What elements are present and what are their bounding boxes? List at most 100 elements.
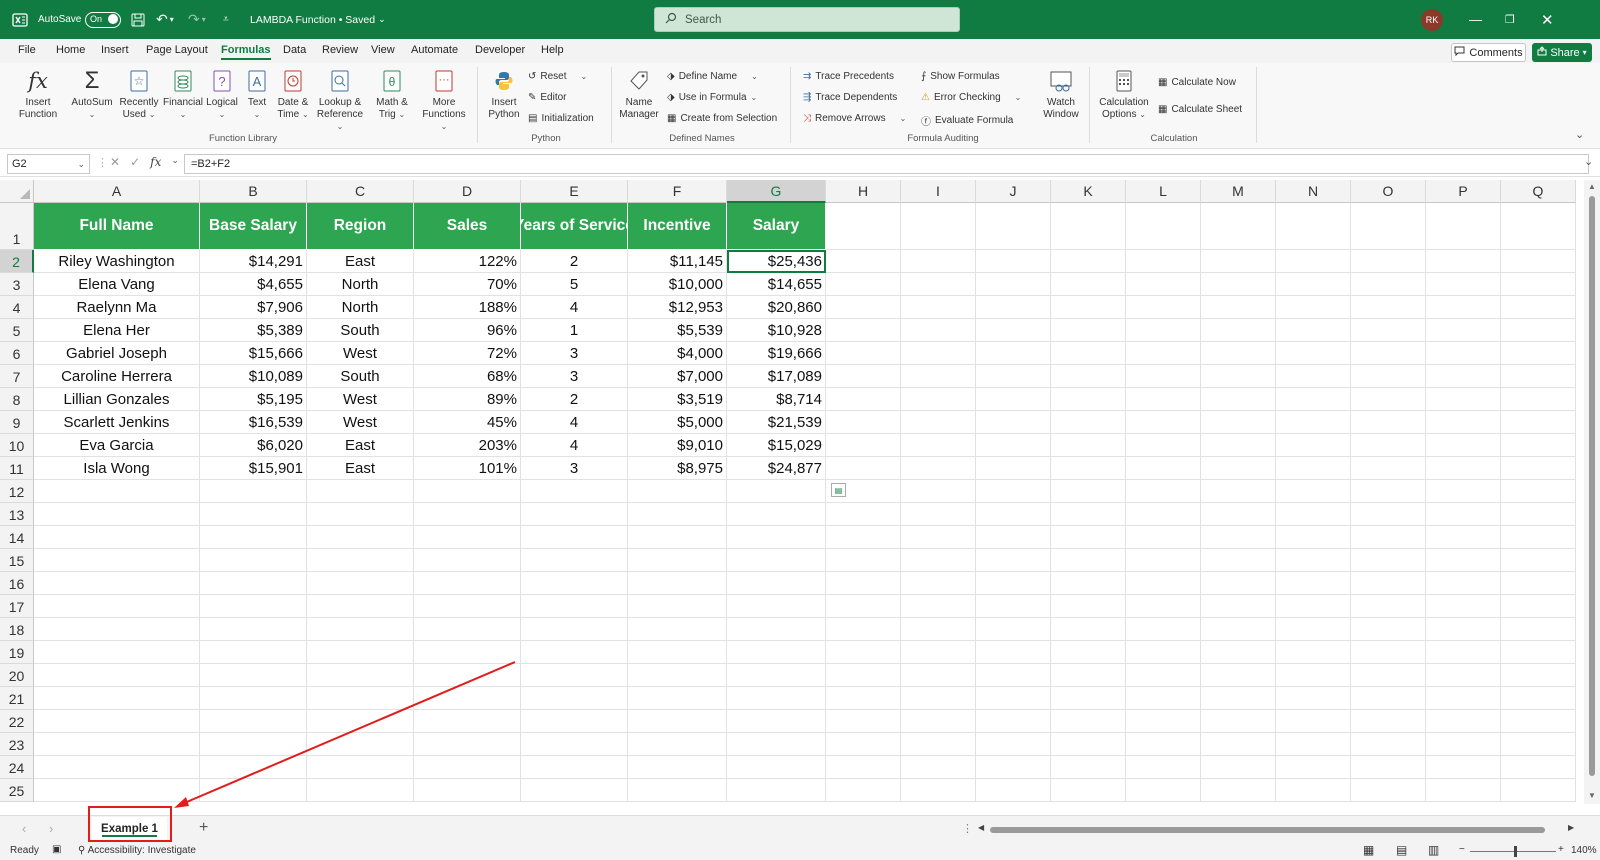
empty-cell[interactable]	[727, 733, 826, 756]
empty-cell[interactable]	[727, 549, 826, 572]
empty-cell[interactable]	[1351, 503, 1426, 526]
row-header-11[interactable]: 11	[0, 457, 34, 480]
row-header-15[interactable]: 15	[0, 549, 34, 572]
empty-cell[interactable]	[1426, 411, 1501, 434]
empty-cell[interactable]	[901, 203, 976, 250]
empty-cell[interactable]	[307, 710, 414, 733]
table-cell[interactable]: Riley Washington	[34, 250, 200, 273]
empty-cell[interactable]	[901, 457, 976, 480]
empty-cell[interactable]	[521, 618, 628, 641]
table-cell[interactable]: 45%	[414, 411, 521, 434]
row-header-18[interactable]: 18	[0, 618, 34, 641]
empty-cell[interactable]	[976, 595, 1051, 618]
empty-cell[interactable]	[1051, 733, 1126, 756]
trace-dependents-button[interactable]: ⇶ Trace Dependents	[803, 92, 897, 103]
empty-cell[interactable]	[976, 319, 1051, 342]
empty-cell[interactable]	[976, 664, 1051, 687]
table-header-cell[interactable]: Sales	[414, 203, 521, 250]
tab-developer[interactable]: Developer	[475, 44, 525, 56]
empty-cell[interactable]	[414, 503, 521, 526]
empty-cell[interactable]	[1051, 618, 1126, 641]
empty-cell[interactable]	[1276, 779, 1351, 802]
empty-cell[interactable]	[1126, 664, 1201, 687]
row-header-6[interactable]: 6	[0, 342, 34, 365]
empty-cell[interactable]	[1126, 203, 1201, 250]
empty-cell[interactable]	[521, 687, 628, 710]
lookup-reference-button[interactable]: Lookup & Reference ⌄	[314, 67, 366, 133]
empty-cell[interactable]	[1201, 779, 1276, 802]
empty-cell[interactable]	[1276, 664, 1351, 687]
empty-cell[interactable]	[976, 203, 1051, 250]
table-cell[interactable]: $19,666	[727, 342, 826, 365]
empty-cell[interactable]	[200, 687, 307, 710]
row-header-8[interactable]: 8	[0, 388, 34, 411]
table-cell[interactable]: 72%	[414, 342, 521, 365]
user-avatar[interactable]: RK	[1421, 0, 1443, 39]
empty-cell[interactable]	[1126, 250, 1201, 273]
empty-cell[interactable]	[414, 664, 521, 687]
empty-cell[interactable]	[1201, 203, 1276, 250]
empty-cell[interactable]	[1201, 342, 1276, 365]
empty-cell[interactable]	[1351, 388, 1426, 411]
empty-cell[interactable]	[1426, 595, 1501, 618]
empty-cell[interactable]	[1426, 434, 1501, 457]
empty-cell[interactable]	[1351, 411, 1426, 434]
insert-function-icon[interactable]: fx	[150, 155, 161, 169]
empty-cell[interactable]	[628, 503, 727, 526]
table-cell[interactable]: 122%	[414, 250, 521, 273]
empty-cell[interactable]	[727, 687, 826, 710]
page-layout-view-icon[interactable]: ▤	[1396, 843, 1407, 857]
empty-cell[interactable]	[901, 388, 976, 411]
empty-cell[interactable]	[1126, 319, 1201, 342]
empty-cell[interactable]	[1201, 480, 1276, 503]
active-cell[interactable]: $25,436	[727, 250, 826, 273]
empty-cell[interactable]	[1501, 664, 1576, 687]
empty-cell[interactable]	[901, 756, 976, 779]
empty-cell[interactable]	[1126, 618, 1201, 641]
empty-cell[interactable]	[1426, 641, 1501, 664]
tab-home[interactable]: Home	[56, 44, 85, 56]
empty-cell[interactable]	[1201, 250, 1276, 273]
empty-cell[interactable]	[307, 779, 414, 802]
empty-cell[interactable]	[1126, 296, 1201, 319]
empty-cell[interactable]	[1051, 365, 1126, 388]
empty-cell[interactable]	[307, 526, 414, 549]
table-cell[interactable]: Eva Garcia	[34, 434, 200, 457]
empty-cell[interactable]	[1051, 388, 1126, 411]
close-icon[interactable]: ✕	[1541, 0, 1554, 39]
empty-cell[interactable]	[1201, 388, 1276, 411]
empty-cell[interactable]	[727, 526, 826, 549]
empty-cell[interactable]	[414, 526, 521, 549]
autosum-button[interactable]: Σ AutoSum ⌄	[70, 67, 114, 121]
empty-cell[interactable]	[976, 572, 1051, 595]
collapse-ribbon-icon[interactable]: ⌄	[1575, 128, 1584, 141]
column-header-c[interactable]: C	[307, 180, 414, 203]
empty-cell[interactable]	[34, 756, 200, 779]
empty-cell[interactable]	[1501, 733, 1576, 756]
empty-cell[interactable]	[1501, 595, 1576, 618]
empty-cell[interactable]	[1201, 273, 1276, 296]
name-manager-button[interactable]: Name Manager	[618, 67, 660, 121]
empty-cell[interactable]	[826, 779, 901, 802]
empty-cell[interactable]	[826, 273, 901, 296]
column-header-j[interactable]: J	[976, 180, 1051, 203]
empty-cell[interactable]	[200, 549, 307, 572]
table-cell[interactable]: 2	[521, 388, 628, 411]
table-cell[interactable]: East	[307, 250, 414, 273]
empty-cell[interactable]	[1126, 526, 1201, 549]
table-cell[interactable]: Elena Vang	[34, 273, 200, 296]
row-header-19[interactable]: 19	[0, 641, 34, 664]
empty-cell[interactable]	[1276, 641, 1351, 664]
row-header-17[interactable]: 17	[0, 595, 34, 618]
empty-cell[interactable]	[1351, 733, 1426, 756]
empty-cell[interactable]	[826, 595, 901, 618]
customize-toolbar-icon[interactable]: ⩡	[223, 0, 229, 39]
empty-cell[interactable]	[521, 710, 628, 733]
empty-cell[interactable]	[1276, 526, 1351, 549]
empty-cell[interactable]	[1426, 273, 1501, 296]
comments-button[interactable]: Comments	[1451, 43, 1526, 62]
table-cell[interactable]: 2	[521, 250, 628, 273]
save-icon[interactable]	[131, 0, 145, 39]
empty-cell[interactable]	[34, 503, 200, 526]
table-cell[interactable]: $20,860	[727, 296, 826, 319]
